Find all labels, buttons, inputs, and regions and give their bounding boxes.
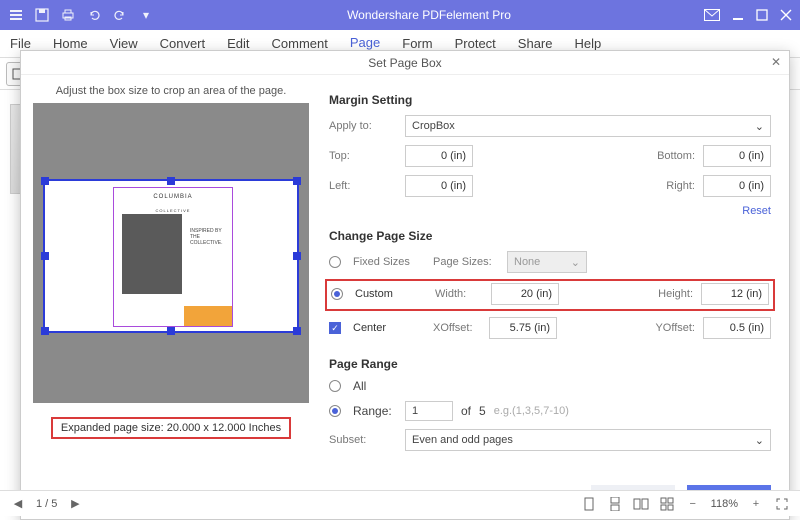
dialog-form-pane: Margin Setting Apply to: CropBox ⌄ Top: …	[321, 75, 789, 519]
page-sizes-label: Page Sizes:	[433, 256, 499, 268]
right-input[interactable]: 0 (in)	[703, 175, 771, 197]
chevron-down-icon: ⌄	[571, 256, 580, 269]
left-label: Left:	[329, 180, 397, 192]
app-title: Wondershare PDFelement Pro	[154, 8, 704, 22]
preview-caption: INSPIRED BYTHE COLLECTIVE.	[190, 228, 226, 246]
two-page-view-icon[interactable]	[633, 496, 649, 512]
custom-radio[interactable]	[331, 288, 343, 300]
top-input[interactable]: 0 (in)	[405, 145, 473, 167]
content-area: Set Page Box ✕ Adjust the box size to cr…	[0, 90, 800, 490]
mail-icon[interactable]	[704, 9, 720, 21]
apply-to-select[interactable]: CropBox ⌄	[405, 115, 771, 137]
center-label: Center	[353, 322, 425, 334]
bottom-input[interactable]: 0 (in)	[703, 145, 771, 167]
fullscreen-icon[interactable]	[774, 496, 790, 512]
subset-value: Even and odd pages	[412, 434, 513, 446]
prev-page-icon[interactable]: ◀	[10, 496, 26, 512]
dialog-title: Set Page Box	[368, 56, 441, 70]
xoffset-label: XOffset:	[433, 322, 481, 334]
margin-heading: Margin Setting	[329, 93, 771, 107]
height-label: Height:	[635, 288, 693, 300]
range-from-input[interactable]: 1	[405, 401, 453, 421]
pagesize-heading: Change Page Size	[329, 229, 771, 243]
print-icon[interactable]	[60, 7, 76, 23]
range-heading: Page Range	[329, 357, 771, 371]
maximize-icon[interactable]	[756, 9, 768, 21]
crop-handle[interactable]	[167, 177, 175, 185]
title-bar: ▾ Wondershare PDFelement Pro	[0, 0, 800, 30]
expanded-size-readout: Expanded page size: 20.000 x 12.000 Inch…	[51, 417, 291, 439]
single-page-view-icon[interactable]	[581, 496, 597, 512]
chevron-down-icon: ⌄	[755, 120, 764, 133]
center-checkbox[interactable]: ✓	[329, 322, 341, 334]
save-icon[interactable]	[34, 7, 50, 23]
page-sizes-select: None⌄	[507, 251, 587, 273]
crop-handle[interactable]	[293, 177, 301, 185]
dialog-instruction: Adjust the box size to crop an area of t…	[56, 85, 287, 97]
preview-image	[122, 214, 182, 294]
page-indicator: 1 / 5	[36, 498, 57, 510]
main-canvas: Set Page Box ✕ Adjust the box size to cr…	[90, 90, 800, 490]
preview-accent	[184, 306, 232, 326]
dropdown-icon[interactable]: ▾	[138, 7, 154, 23]
width-label: Width:	[435, 288, 483, 300]
dialog-close-icon[interactable]: ✕	[771, 55, 781, 69]
range-label: Range:	[353, 404, 397, 418]
window-controls	[704, 9, 792, 21]
zoom-in-icon[interactable]: +	[748, 496, 764, 512]
next-page-icon[interactable]: ▶	[67, 496, 83, 512]
dialog-title-bar: Set Page Box ✕	[21, 51, 789, 75]
reset-link[interactable]: Reset	[329, 205, 771, 217]
left-input[interactable]: 0 (in)	[405, 175, 473, 197]
crop-handle[interactable]	[293, 252, 301, 260]
document-page-preview: COLUMBIA COLLECTIVE INSPIRED BYTHE COLLE…	[113, 187, 233, 327]
top-label: Top:	[329, 150, 397, 162]
continuous-view-icon[interactable]	[607, 496, 623, 512]
zoom-out-icon[interactable]: −	[685, 496, 701, 512]
close-icon[interactable]	[780, 9, 792, 21]
range-total: 5	[479, 404, 486, 418]
crop-handle[interactable]	[41, 327, 49, 335]
crop-handle[interactable]	[41, 177, 49, 185]
crop-handle[interactable]	[167, 327, 175, 335]
apply-to-label: Apply to:	[329, 120, 397, 132]
dialog-preview-pane: Adjust the box size to crop an area of t…	[21, 75, 321, 519]
crop-preview[interactable]: COLUMBIA COLLECTIVE INSPIRED BYTHE COLLE…	[33, 103, 309, 403]
fixed-sizes-label: Fixed Sizes	[353, 256, 425, 268]
subset-label: Subset:	[329, 434, 397, 446]
status-bar: ◀ 1 / 5 ▶ − 118% +	[0, 490, 800, 516]
app-menu-icon[interactable]	[8, 7, 24, 23]
crop-handle[interactable]	[293, 327, 301, 335]
minimize-icon[interactable]	[732, 9, 744, 21]
grid-view-icon[interactable]	[659, 496, 675, 512]
crop-frame[interactable]: COLUMBIA COLLECTIVE INSPIRED BYTHE COLLE…	[43, 179, 299, 333]
subset-select[interactable]: Even and odd pages ⌄	[405, 429, 771, 451]
xoffset-input[interactable]: 5.75 (in)	[489, 317, 557, 339]
yoffset-input[interactable]: 0.5 (in)	[703, 317, 771, 339]
of-label: of	[461, 404, 471, 418]
height-input[interactable]: 12 (in)	[701, 283, 769, 305]
set-page-box-dialog: Set Page Box ✕ Adjust the box size to cr…	[20, 50, 790, 520]
preview-brand: COLUMBIA	[124, 194, 222, 206]
redo-icon[interactable]	[112, 7, 128, 23]
crop-handle[interactable]	[41, 252, 49, 260]
undo-icon[interactable]	[86, 7, 102, 23]
custom-label: Custom	[355, 288, 427, 300]
apply-to-value: CropBox	[412, 120, 455, 132]
range-radio[interactable]	[329, 405, 341, 417]
bottom-label: Bottom:	[637, 150, 695, 162]
width-input[interactable]: 20 (in)	[491, 283, 559, 305]
all-pages-radio[interactable]	[329, 380, 341, 392]
fixed-sizes-radio[interactable]	[329, 256, 341, 268]
zoom-level[interactable]: 118%	[711, 498, 738, 510]
range-hint: e.g.(1,3,5,7-10)	[494, 405, 569, 417]
chevron-down-icon: ⌄	[755, 434, 764, 447]
all-label: All	[353, 379, 366, 393]
right-label: Right:	[637, 180, 695, 192]
yoffset-label: YOffset:	[637, 322, 695, 334]
quick-access: ▾	[8, 7, 154, 23]
